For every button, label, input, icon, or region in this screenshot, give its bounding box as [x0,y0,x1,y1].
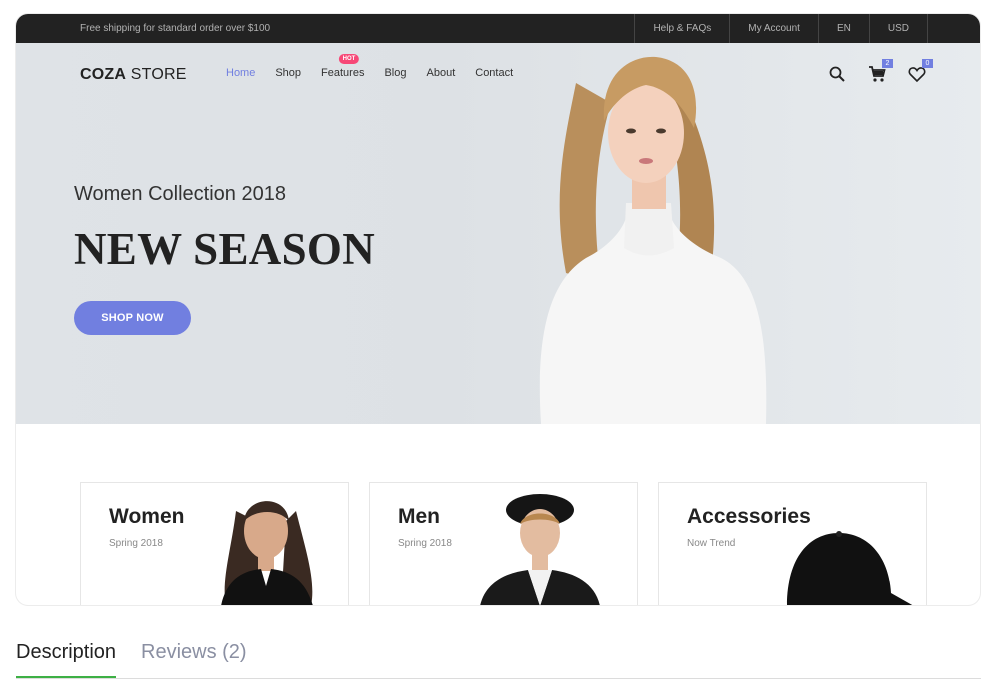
nav-item-blog[interactable]: Blog [384,67,406,79]
main-nav: Home Shop HOT Features Blog About Contact [226,54,533,79]
category-subtitle: Now Trend [687,538,736,549]
header-icons: 2 0 [828,59,933,83]
category-card-women[interactable]: Women Spring 2018 [80,482,349,605]
tab-description[interactable]: Description [16,640,117,678]
men-category-image [480,494,600,605]
cart-count-badge: 2 [882,59,893,68]
nav-item-about[interactable]: About [427,67,456,79]
my-account-link[interactable]: My Account [729,14,818,43]
women-category-image [221,501,313,605]
language-selector[interactable]: EN [817,14,869,43]
logo-light-text: STORE [130,66,187,83]
search-icon[interactable] [828,65,846,83]
hero-title: NEW SEASON [74,224,376,274]
nav-item-shop[interactable]: Shop [275,67,301,79]
cart-icon[interactable]: 2 [868,59,893,83]
category-card-accessories[interactable]: Accessories Now Trend [658,482,927,605]
category-card-men[interactable]: Men Spring 2018 [369,482,638,605]
nav-item-home[interactable]: Home [226,67,255,79]
wishlist-heart-icon[interactable]: 0 [908,59,933,83]
help-faqs-link[interactable]: Help & FAQs [634,14,729,43]
hero-subtitle: Women Collection 2018 [74,183,286,205]
category-title: Men [398,505,440,528]
wishlist-count-badge: 0 [922,59,933,68]
tab-reviews[interactable]: Reviews (2) [141,640,247,676]
nav-item-features[interactable]: HOT Features [321,54,365,79]
category-subtitle: Spring 2018 [398,538,452,549]
logo-bold-text: COZA [80,66,127,83]
category-subtitle: Spring 2018 [109,538,163,549]
hot-badge: HOT [338,54,360,64]
category-title: Women [109,505,185,528]
hero-banner: COZA STORE Home Shop HOT Features Blog Ab… [16,43,980,424]
nav-item-contact[interactable]: Contact [475,67,513,79]
store-logo[interactable]: COZA STORE [80,66,187,84]
shipping-notice: Free shipping for standard order over $1… [80,23,271,34]
product-tabs: Description Reviews (2) [16,640,981,679]
nav-item-features-label: Features [321,67,365,79]
accessories-category-image [787,531,913,605]
currency-selector[interactable]: USD [868,14,928,43]
store-preview-frame: Free shipping for standard order over $1… [16,14,980,605]
top-bar-links: Help & FAQs My Account EN USD [634,14,928,43]
top-bar: Free shipping for standard order over $1… [16,14,980,43]
shop-now-button[interactable]: SHOP NOW [74,301,191,335]
hero-model-image [539,56,767,424]
